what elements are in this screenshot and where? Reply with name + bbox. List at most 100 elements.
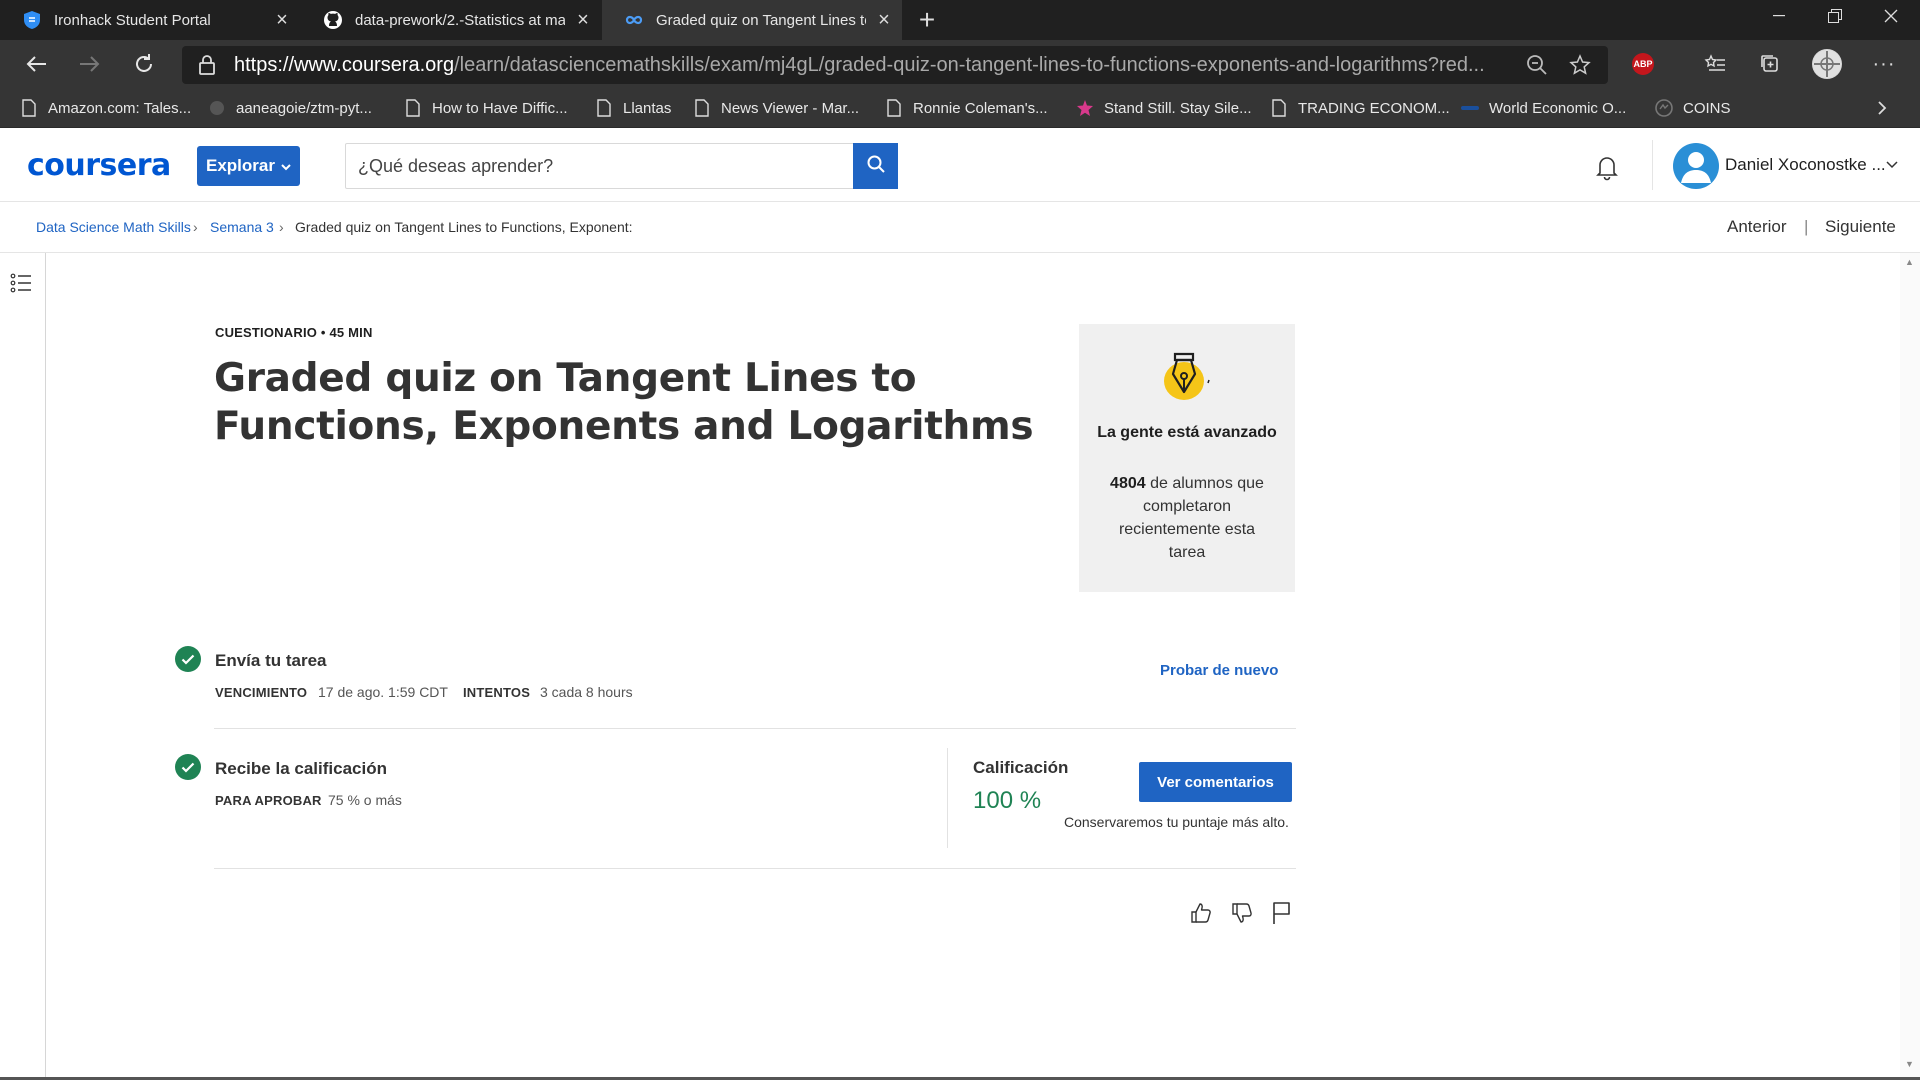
coursera-logo[interactable]: coursera <box>27 148 171 183</box>
zoom-icon[interactable] <box>1526 54 1548 81</box>
bookmarks-bar: Amazon.com: Tales... aaneagoie/ztm-pyt..… <box>0 88 1920 128</box>
tab-ironhack[interactable]: Ironhack Student Portal × <box>0 0 300 40</box>
breadcrumb-week-link[interactable]: Semana 3 <box>210 219 274 235</box>
chevron-down-icon <box>281 156 291 176</box>
explore-button[interactable]: Explorar <box>197 146 300 186</box>
breadcrumb-chevron-icon: › <box>279 219 284 235</box>
explore-label: Explorar <box>206 156 275 175</box>
url-text: https://www.coursera.org/learn/datascien… <box>234 54 1510 77</box>
new-tab-button[interactable]: + <box>912 4 942 36</box>
tab-title: data-prework/2.-Statistics at mas <box>355 11 565 29</box>
refresh-button[interactable] <box>126 46 162 82</box>
page-icon <box>595 98 613 118</box>
scroll-up-arrow-icon[interactable]: ▲ <box>1905 257 1914 267</box>
bookmark-item[interactable]: How to Have Diffic... <box>404 88 568 128</box>
nav-divider: | <box>1804 217 1809 236</box>
breadcrumb: Data Science Math Skills › Semana 3 › Gr… <box>0 203 1920 253</box>
bookmark-item[interactable]: Ronnie Coleman's... <box>885 88 1048 128</box>
card-heading: La gente está avanzado <box>1097 424 1277 441</box>
profile-avatar-icon[interactable] <box>1812 49 1842 79</box>
tab-coursera-quiz[interactable]: Graded quiz on Tangent Lines to F × <box>602 0 902 40</box>
lock-icon <box>199 55 215 80</box>
close-tab-icon[interactable]: × <box>866 9 902 32</box>
due-label: VENCIMIENTO <box>215 685 308 700</box>
favorite-star-icon[interactable] <box>1569 54 1591 81</box>
minimize-window-button[interactable] <box>1751 0 1807 32</box>
page-title: Graded quiz on Tangent Lines to Function… <box>214 356 1034 449</box>
bookmark-item[interactable]: COINS <box>1655 88 1731 128</box>
pen-nib-icon <box>1157 346 1221 411</box>
submit-step-title: Envía tu tarea <box>215 651 327 670</box>
more-options-icon[interactable]: ··· <box>1870 50 1898 78</box>
check-circle-icon <box>175 754 201 780</box>
report-flag-icon[interactable] <box>1266 898 1296 928</box>
bookmark-label: World Economic O... <box>1489 99 1627 117</box>
search-icon <box>866 154 886 179</box>
section-divider <box>214 728 1296 729</box>
bookmark-item[interactable]: Llantas <box>595 88 671 128</box>
try-again-button[interactable]: Probar de nuevo <box>1160 662 1278 679</box>
due-value: 17 de ago. 1:59 CDT <box>318 684 448 700</box>
grade-label: Calificación <box>973 758 1069 777</box>
view-feedback-button[interactable]: Ver comentarios <box>1139 762 1292 802</box>
close-window-button[interactable] <box>1863 0 1919 32</box>
bookmark-label: Ronnie Coleman's... <box>913 99 1048 117</box>
coin-icon <box>1655 98 1673 118</box>
bookmark-item[interactable]: TRADING ECONOM... <box>1270 88 1450 128</box>
github-icon <box>323 10 343 30</box>
highest-score-note: Conservaremos tu puntaje más alto. <box>1064 814 1289 830</box>
url-domain: www.coursera.org <box>294 53 455 76</box>
close-tab-icon[interactable]: × <box>565 9 601 32</box>
url-scheme: https:// <box>234 53 295 76</box>
coursera-infinity-icon <box>624 10 644 30</box>
search-input[interactable] <box>358 144 838 188</box>
url-path: /learn/datasciencemathskills/exam/mj4gL/… <box>454 53 1485 76</box>
favorites-list-icon[interactable] <box>1701 50 1729 78</box>
page-icon <box>885 98 903 118</box>
ironhack-shield-icon <box>22 10 42 30</box>
bookmark-item[interactable]: World Economic O... <box>1461 88 1626 128</box>
bookmarks-overflow-chevron-icon[interactable] <box>1877 88 1887 128</box>
address-toolbar: https://www.coursera.org/learn/datascien… <box>0 40 1920 88</box>
site-header: coursera Explorar Daniel Xoconostke ... <box>0 128 1920 202</box>
bookmark-label: aaneagoie/ztm-pyt... <box>236 99 372 117</box>
outline-list-icon[interactable] <box>10 273 32 298</box>
scroll-down-arrow-icon[interactable]: ▼ <box>1905 1059 1914 1069</box>
restore-window-button[interactable] <box>1807 0 1863 32</box>
back-button[interactable] <box>18 46 54 82</box>
attempts-value: 3 cada 8 hours <box>540 684 633 700</box>
user-name[interactable]: Daniel Xoconostke ... <box>1725 155 1886 175</box>
next-link[interactable]: Siguiente <box>1825 217 1896 237</box>
previous-link[interactable]: Anterior <box>1727 217 1787 237</box>
search-box <box>345 143 898 189</box>
chevron-down-icon[interactable] <box>1886 156 1898 174</box>
breadcrumb-chevron-icon: › <box>193 219 198 235</box>
address-bar[interactable]: https://www.coursera.org/learn/datascien… <box>182 46 1608 84</box>
close-tab-icon[interactable]: × <box>264 9 300 32</box>
forward-button[interactable] <box>72 46 108 82</box>
grade-divider <box>947 748 948 848</box>
bookmark-label: Stand Still. Stay Sile... <box>1104 99 1252 117</box>
star-logo-icon <box>1076 98 1094 118</box>
section-divider <box>214 868 1296 869</box>
page-icon <box>20 98 38 118</box>
page-scrollbar[interactable]: ▲ ▼ <box>1900 253 1920 1077</box>
tab-title: Graded quiz on Tangent Lines to F <box>656 11 866 29</box>
bookmark-item[interactable]: Stand Still. Stay Sile... <box>1076 88 1252 128</box>
thumbs-up-icon[interactable] <box>1186 898 1216 928</box>
notifications-bell-icon[interactable] <box>1592 152 1622 182</box>
collections-icon[interactable] <box>1756 50 1784 78</box>
bookmark-item[interactable]: Amazon.com: Tales... <box>20 88 191 128</box>
bookmark-label: Amazon.com: Tales... <box>48 99 192 117</box>
bookmark-item[interactable]: News Viewer - Mar... <box>693 88 859 128</box>
search-button[interactable] <box>853 143 898 189</box>
breadcrumb-course-link[interactable]: Data Science Math Skills <box>36 219 191 235</box>
bookmark-item[interactable]: aaneagoie/ztm-pyt... <box>208 88 372 128</box>
attempts-label: INTENTOS <box>463 685 531 700</box>
user-avatar[interactable] <box>1673 143 1719 189</box>
grade-value: 100 % <box>973 787 1042 814</box>
tab-github[interactable]: data-prework/2.-Statistics at mas × <box>301 0 601 40</box>
bookmark-label: TRADING ECONOM... <box>1298 99 1450 117</box>
adblock-plus-icon[interactable]: ABP <box>1632 53 1654 75</box>
thumbs-down-icon[interactable] <box>1227 898 1257 928</box>
